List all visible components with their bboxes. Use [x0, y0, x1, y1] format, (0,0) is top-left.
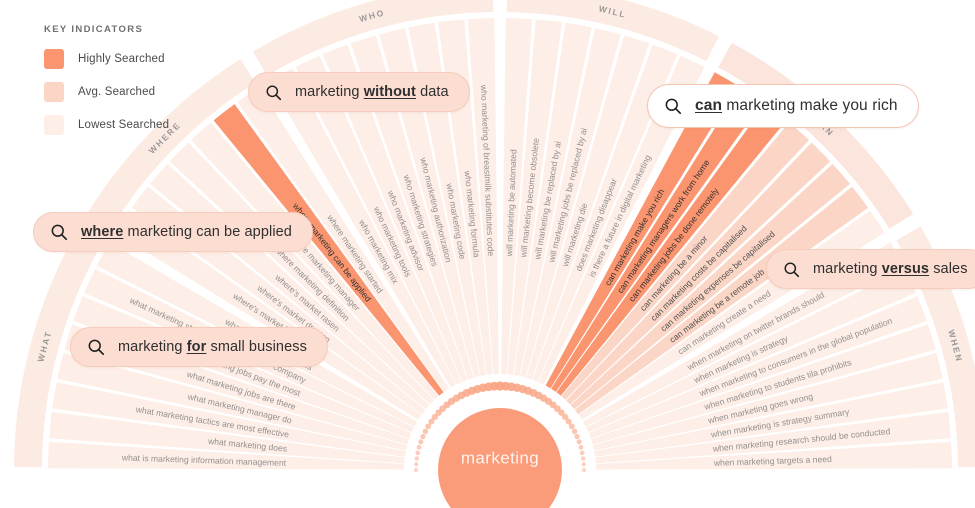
- legend-swatch-highly: [44, 49, 64, 69]
- ring-dot: [582, 468, 586, 472]
- search-icon: [784, 261, 800, 277]
- callout-marketing-versus-sales[interactable]: marketing versus sales: [766, 249, 975, 289]
- search-icon: [266, 84, 282, 100]
- ring-dot: [579, 450, 585, 456]
- legend-label-highly: Highly Searched: [78, 53, 165, 65]
- callout-text: where marketing can be applied: [81, 224, 292, 240]
- callout-can-marketing-make-you-rich[interactable]: can marketing make you rich: [647, 84, 919, 128]
- legend: KEY INDICATORS Highly Searched Avg. Sear…: [44, 24, 234, 148]
- legend-label-lowest: Lowest Searched: [78, 119, 170, 131]
- callout-text: marketing without data: [295, 84, 449, 100]
- legend-item-highly: Highly Searched: [44, 49, 234, 69]
- ring-dot: [422, 428, 429, 435]
- legend-item-lowest: Lowest Searched: [44, 115, 234, 135]
- legend-label-avg: Avg. Searched: [78, 86, 156, 98]
- center-label: marketing: [461, 449, 539, 468]
- ring-dot: [414, 468, 418, 472]
- ring-dot: [574, 433, 580, 440]
- legend-title: KEY INDICATORS: [44, 24, 144, 35]
- legend-swatch-lowest: [44, 115, 64, 135]
- callout-text: marketing for small business: [118, 339, 307, 355]
- legend-item-avg: Avg. Searched: [44, 82, 234, 102]
- search-icon: [88, 339, 105, 356]
- ring-dot: [418, 439, 424, 445]
- callout-marketing-for-small-business[interactable]: marketing for small business: [70, 327, 328, 367]
- ring-dot: [580, 456, 586, 461]
- callout-text: marketing versus sales: [813, 261, 968, 277]
- legend-swatch-avg: [44, 82, 64, 102]
- callout-text: can marketing make you rich: [695, 97, 898, 114]
- ring-dot: [576, 439, 582, 445]
- ring-dot: [571, 428, 578, 435]
- ring-dot: [414, 462, 419, 467]
- ring-dot: [415, 450, 421, 456]
- ring-dot: [581, 462, 586, 467]
- ring-dot: [578, 444, 584, 450]
- callout-where-marketing-can-be-applied[interactable]: where marketing can be applied: [33, 212, 313, 252]
- search-icon: [665, 98, 682, 115]
- ring-dot: [414, 456, 420, 461]
- search-icon: [51, 224, 68, 241]
- ring-dot: [420, 433, 426, 440]
- ring-dot: [416, 444, 422, 450]
- ring-dot: [568, 423, 575, 430]
- callout-marketing-without-data[interactable]: marketing without data: [248, 72, 470, 112]
